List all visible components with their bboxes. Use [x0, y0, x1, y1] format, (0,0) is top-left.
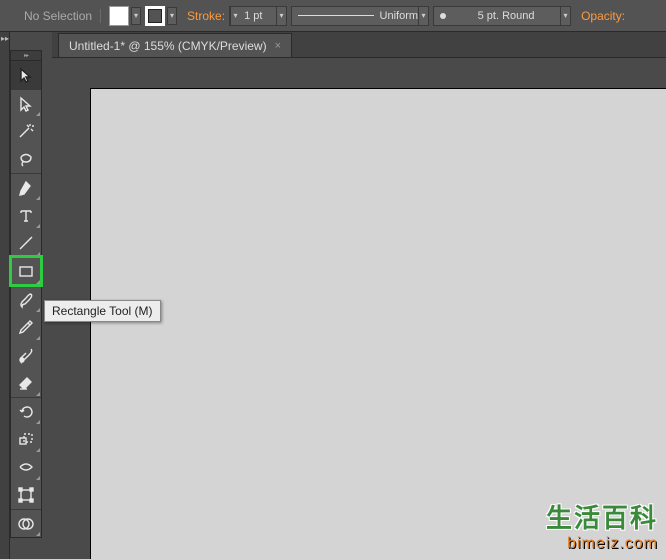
document-tab-title: Untitled-1* @ 155% (CMYK/Preview): [69, 39, 267, 53]
eraser-icon: [17, 374, 35, 392]
line-segment-tool[interactable]: [11, 229, 41, 257]
stroke-weight-input[interactable]: [240, 10, 276, 22]
width-icon: [17, 458, 35, 476]
line-icon: [17, 234, 35, 252]
artboard[interactable]: [90, 88, 666, 559]
shape-builder-tool[interactable]: [11, 509, 41, 537]
rectangle-icon: [17, 262, 35, 280]
stroke-swatch[interactable]: [145, 6, 165, 26]
chevron-right-icon: ▸▸: [1, 34, 9, 43]
type-icon: [17, 206, 35, 224]
selection-status: No Selection: [6, 9, 101, 23]
stroke-profile-combo[interactable]: Uniform: [291, 6, 429, 26]
fill-swatch[interactable]: [109, 6, 129, 26]
rotate-tool[interactable]: [11, 397, 41, 425]
document-area: Untitled-1* @ 155% (CMYK/Preview) ×: [52, 32, 666, 559]
document-tab[interactable]: Untitled-1* @ 155% (CMYK/Preview) ×: [58, 33, 292, 57]
brush-preset-combo[interactable]: 5 pt. Round: [433, 6, 571, 26]
stroke-dropdown[interactable]: [167, 7, 177, 25]
brush-icon: [17, 291, 35, 309]
lasso-tool[interactable]: [11, 145, 41, 173]
cursor-icon: [17, 66, 35, 84]
stroke-swatch-group: [145, 6, 177, 26]
lasso-icon: [17, 150, 35, 168]
toolbox-collapse-handle[interactable]: [11, 51, 41, 61]
brush-preset-dropdown[interactable]: [560, 7, 570, 25]
shape-builder-icon: [17, 515, 35, 533]
free-transform-tool[interactable]: [11, 481, 41, 509]
tooltip-text: Rectangle Tool (M): [52, 304, 153, 318]
direct-selection-tool[interactable]: [11, 89, 41, 117]
tool-tooltip: Rectangle Tool (M): [44, 300, 161, 322]
stroke-weight-combo[interactable]: [229, 6, 287, 26]
type-tool[interactable]: [11, 201, 41, 229]
left-collapse-rail[interactable]: ▸▸: [0, 32, 10, 559]
fill-dropdown[interactable]: [131, 7, 141, 25]
magic-wand-tool[interactable]: [11, 117, 41, 145]
scale-icon: [17, 430, 35, 448]
wand-icon: [17, 122, 35, 140]
paintbrush-tool[interactable]: [11, 285, 41, 313]
pen-tool[interactable]: [11, 173, 41, 201]
blob-brush-tool[interactable]: [11, 341, 41, 369]
stroke-profile-dropdown[interactable]: [418, 7, 428, 25]
stroke-weight-dropdown[interactable]: [276, 7, 286, 25]
selection-tool[interactable]: [11, 61, 41, 89]
opacity-label: Opacity:: [575, 9, 625, 23]
close-icon[interactable]: ×: [275, 40, 281, 52]
rectangle-tool[interactable]: [11, 257, 41, 285]
width-tool[interactable]: [11, 453, 41, 481]
options-bar: No Selection Stroke: Uniform 5 pt. Round…: [0, 0, 666, 32]
stroke-label: Stroke:: [181, 9, 225, 23]
cursor-outline-icon: [17, 95, 35, 113]
toolbox: [10, 50, 42, 538]
fill-swatch-group: [109, 6, 141, 26]
transform-icon: [17, 486, 35, 504]
stroke-weight-stepper[interactable]: [230, 7, 240, 25]
pencil-icon: [17, 318, 35, 336]
blob-icon: [17, 346, 35, 364]
scale-tool[interactable]: [11, 425, 41, 453]
rotate-icon: [17, 403, 35, 421]
stroke-profile-line-icon: [298, 15, 373, 16]
pencil-tool[interactable]: [11, 313, 41, 341]
eraser-tool[interactable]: [11, 369, 41, 397]
brush-dot-icon: [440, 13, 446, 19]
document-tab-bar: Untitled-1* @ 155% (CMYK/Preview) ×: [52, 32, 666, 58]
brush-preset-value: 5 pt. Round: [478, 10, 535, 22]
pen-icon: [17, 179, 35, 197]
stroke-profile-value: Uniform: [380, 10, 419, 22]
